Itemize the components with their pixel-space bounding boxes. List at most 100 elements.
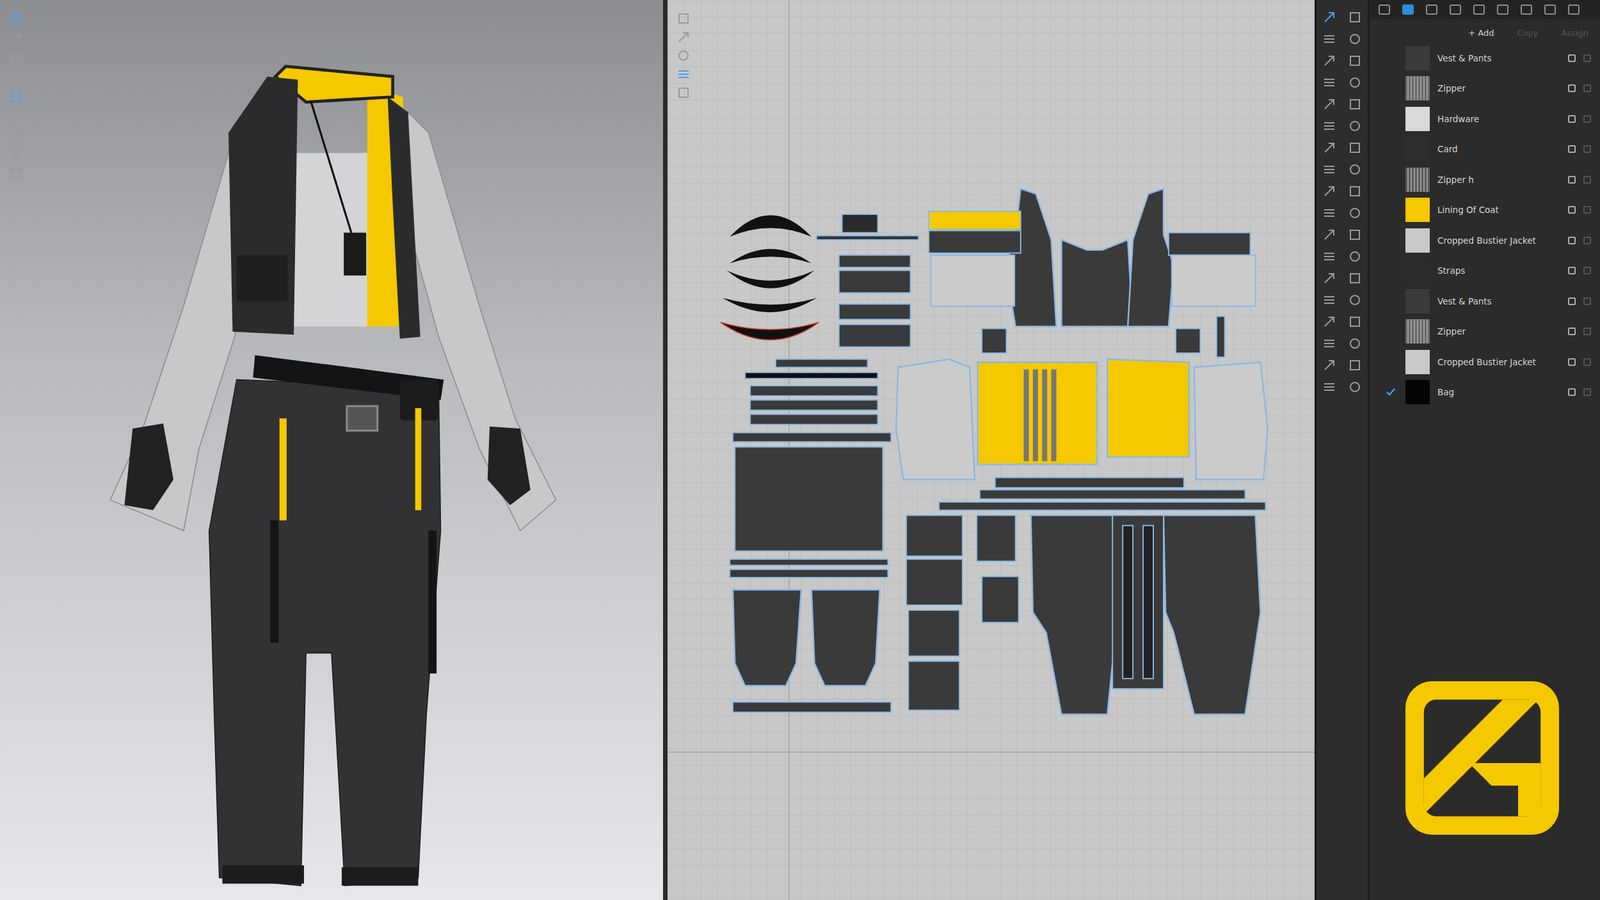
pattern-piece[interactable] [906, 559, 963, 606]
tool-icon[interactable] [676, 85, 691, 100]
pattern-piece[interactable] [976, 515, 1016, 562]
pattern-piece[interactable] [995, 478, 1184, 489]
material-swatch[interactable] [1405, 106, 1430, 132]
pattern-piece[interactable] [839, 304, 911, 320]
pattern-piece[interactable] [729, 569, 888, 578]
pattern-piece[interactable] [732, 702, 891, 713]
tool-icon[interactable] [8, 166, 24, 181]
material-swatch[interactable] [1405, 167, 1430, 192]
material-row[interactable]: Vest & Pants [1369, 42, 1600, 74]
pattern-piece[interactable] [928, 211, 1021, 230]
tool-icon[interactable] [1322, 140, 1337, 155]
apply-check[interactable] [1383, 324, 1398, 339]
copy-icon[interactable] [1568, 358, 1576, 367]
panel-divider[interactable] [663, 0, 668, 900]
tool-icon[interactable] [1322, 184, 1337, 199]
tool-icon[interactable] [1347, 162, 1362, 177]
tool-icon[interactable] [1322, 32, 1337, 47]
delete-icon[interactable] [1583, 236, 1592, 245]
material-row[interactable]: Vest & Pants [1369, 286, 1600, 317]
pattern-piece[interactable] [734, 447, 883, 552]
material-swatch[interactable] [1405, 136, 1430, 162]
tool-icon[interactable] [1322, 380, 1337, 395]
pattern-piece[interactable] [750, 400, 878, 411]
apply-check[interactable] [1383, 355, 1398, 370]
tool-icon[interactable] [8, 89, 24, 104]
material-swatch[interactable] [1405, 228, 1430, 253]
pattern-piece[interactable] [1216, 316, 1225, 358]
pattern-piece[interactable] [1127, 188, 1174, 327]
tool-icon[interactable] [1322, 314, 1337, 329]
delete-icon[interactable] [1583, 327, 1592, 336]
tool-icon[interactable] [8, 51, 24, 66]
tool-icon[interactable] [8, 70, 24, 85]
pattern-piece[interactable] [750, 414, 878, 425]
tool-icon[interactable] [1347, 184, 1362, 199]
tool-icon[interactable] [676, 67, 691, 82]
apply-check[interactable] [1383, 81, 1398, 96]
pattern-piece[interactable] [1163, 515, 1261, 715]
tool-icon[interactable] [1347, 75, 1362, 90]
pattern-piece[interactable] [726, 270, 815, 289]
tool-icon[interactable] [1347, 336, 1362, 351]
tool-icon[interactable] [1322, 271, 1337, 286]
material-row[interactable]: Cropped Bustier Jacket [1369, 346, 1600, 378]
tool-icon[interactable] [1347, 380, 1362, 395]
pattern-piece[interactable] [842, 214, 879, 233]
tool-icon[interactable] [676, 48, 691, 63]
pattern-piece[interactable] [1175, 328, 1200, 354]
pattern-piece[interactable] [729, 248, 812, 264]
pattern-piece[interactable] [981, 576, 1019, 623]
material-row[interactable]: Zipper h [1369, 164, 1600, 196]
pattern-piece[interactable] [1031, 515, 1119, 715]
tool-icon[interactable] [8, 147, 24, 162]
tool-icon[interactable] [1347, 227, 1362, 242]
tool-icon[interactable] [1322, 293, 1337, 308]
pattern-piece[interactable] [775, 359, 868, 368]
tool-icon[interactable] [8, 108, 24, 123]
copy-icon[interactable] [1568, 236, 1576, 245]
tool-icon[interactable] [676, 11, 691, 26]
pattern-piece[interactable] [930, 255, 1015, 307]
pattern-piece[interactable] [720, 322, 819, 340]
viewport-3d[interactable] [0, 0, 664, 900]
pattern-piece[interactable] [816, 236, 919, 240]
action-button[interactable]: Copy [1514, 26, 1541, 40]
pattern-piece[interactable] [896, 359, 975, 480]
material-swatch[interactable] [1405, 350, 1430, 375]
tool-icon[interactable] [1322, 10, 1337, 25]
pattern-piece[interactable] [729, 215, 812, 238]
pattern-window[interactable] [667, 0, 1315, 900]
material-row[interactable]: Hardware [1369, 103, 1600, 135]
material-row[interactable]: Zipper [1369, 316, 1600, 348]
pattern-piece[interactable] [1061, 240, 1134, 328]
copy-icon[interactable] [1568, 206, 1576, 214]
material-swatch[interactable] [1405, 258, 1430, 283]
tool-icon[interactable] [1322, 336, 1337, 351]
action-button[interactable]: Assign [1558, 26, 1592, 40]
tool-icon[interactable] [8, 32, 24, 47]
pattern-piece[interactable] [722, 298, 817, 313]
pattern-piece[interactable] [811, 590, 880, 687]
tool-icon[interactable] [1322, 249, 1337, 264]
material-swatch[interactable] [1405, 46, 1430, 71]
tab-icon[interactable] [1377, 2, 1392, 17]
pattern-layout[interactable] [667, 0, 1315, 900]
tool-icon[interactable] [1347, 97, 1362, 112]
copy-icon[interactable] [1568, 388, 1576, 397]
pattern-piece[interactable] [928, 231, 1021, 254]
pattern-piece[interactable] [750, 385, 878, 397]
tool-icon[interactable] [1347, 32, 1362, 47]
material-swatch[interactable] [1405, 380, 1430, 405]
pattern-piece[interactable] [1107, 359, 1190, 458]
material-row[interactable]: Straps [1369, 256, 1600, 287]
tool-icon[interactable] [8, 12, 24, 27]
apply-check[interactable] [1383, 112, 1398, 127]
apply-check[interactable] [1383, 202, 1398, 217]
tool-icon[interactable] [1322, 358, 1337, 373]
apply-check[interactable] [1383, 142, 1398, 157]
delete-icon[interactable] [1583, 206, 1592, 214]
tool-icon[interactable] [676, 30, 691, 45]
apply-check[interactable] [1383, 385, 1398, 400]
tool-icon[interactable] [1347, 358, 1362, 373]
